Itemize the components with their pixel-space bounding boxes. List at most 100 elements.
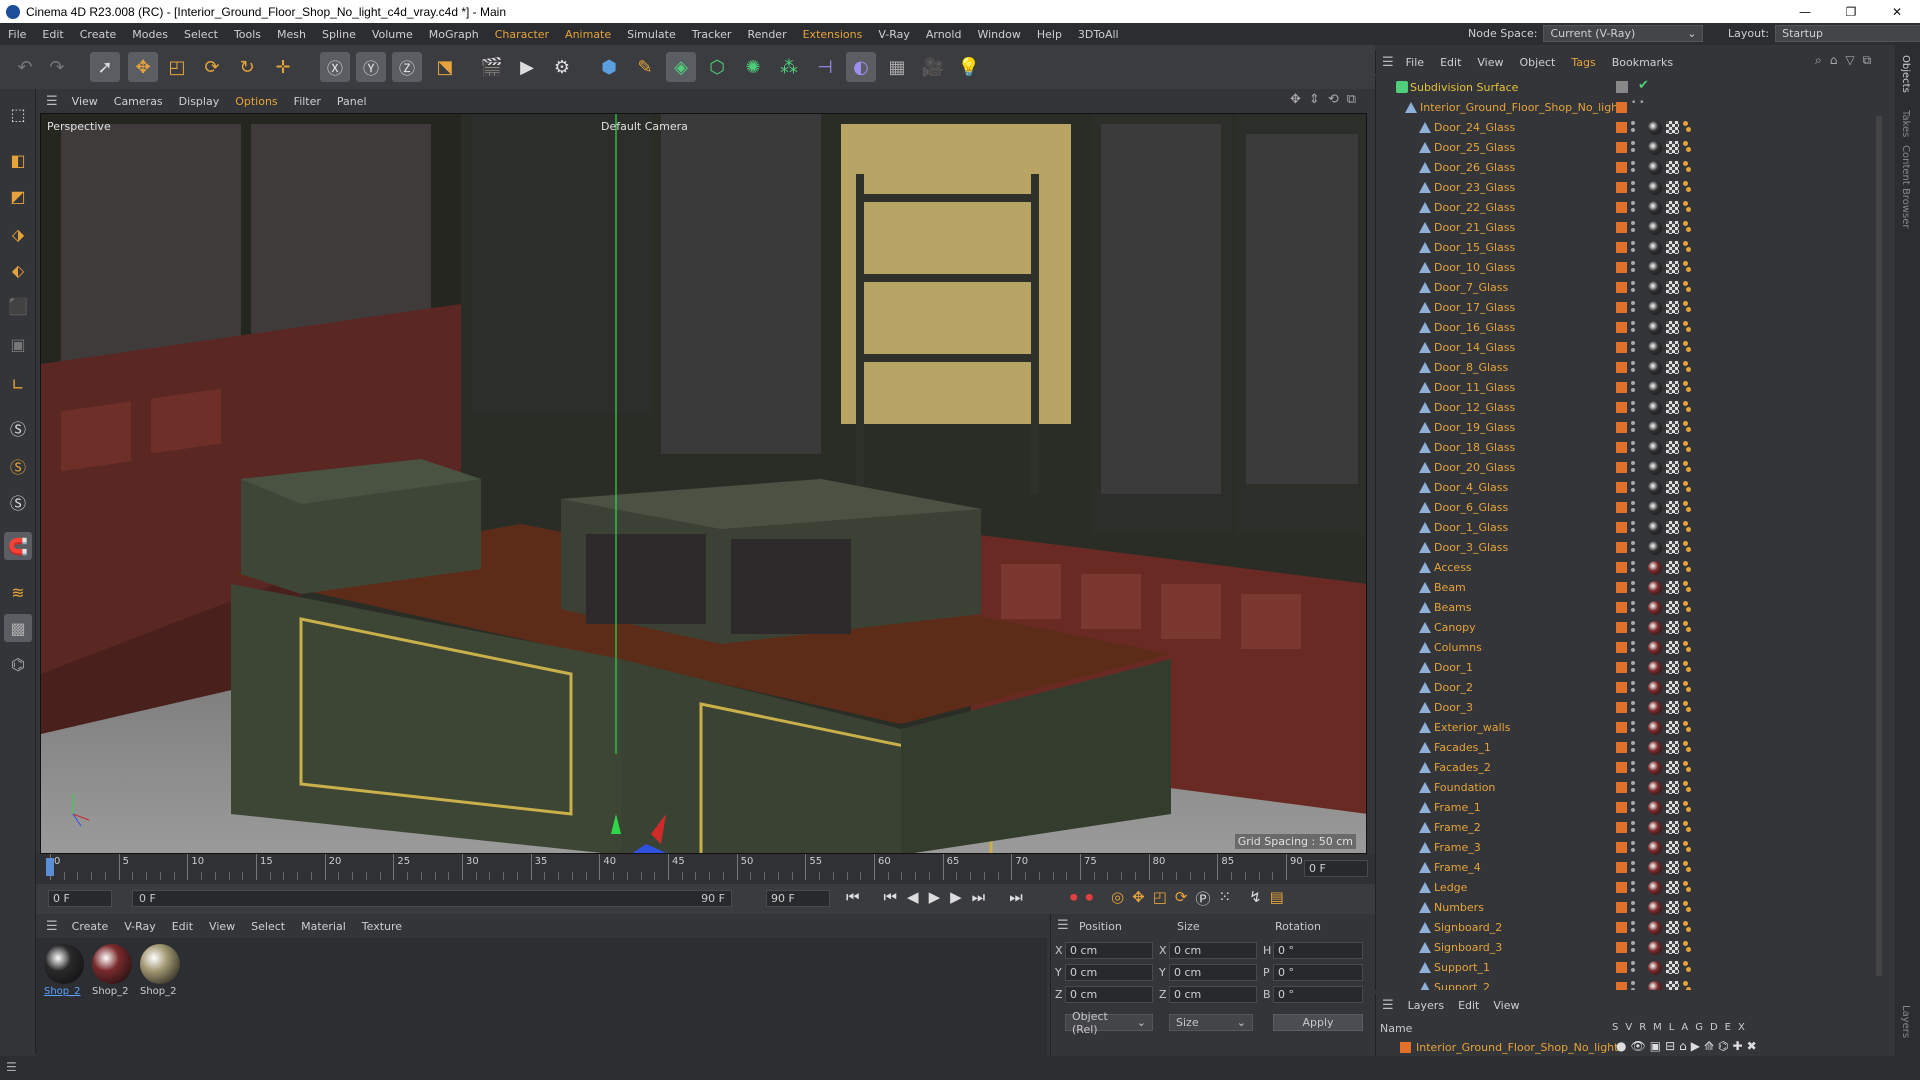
visibility-dots-icon[interactable]: • • xyxy=(1631,99,1644,108)
objects-tab[interactable]: Objects xyxy=(1900,55,1911,93)
size-mode-dropdown[interactable]: Size ⌄ xyxy=(1169,1014,1253,1031)
menu-simulate[interactable]: Simulate xyxy=(619,28,684,41)
object-name[interactable]: Door_16_Glass xyxy=(1434,321,1515,334)
axis-mode-icon[interactable]: ∟ xyxy=(4,370,32,398)
deformer-icon[interactable]: ⊣ xyxy=(810,52,840,82)
keyframe-selection-icon[interactable]: ◎ xyxy=(1111,888,1124,909)
uvw-tag-icon[interactable] xyxy=(1683,561,1688,566)
material-tag-icon[interactable] xyxy=(1648,241,1662,255)
visibility-dots-icon[interactable] xyxy=(1631,121,1635,125)
redo-icon[interactable]: ↷ xyxy=(42,52,72,82)
light-icon[interactable]: 💡 xyxy=(954,52,984,82)
object-name[interactable]: Support_2 xyxy=(1434,981,1490,990)
uvw-tag-icon[interactable] xyxy=(1683,301,1688,306)
object-row[interactable]: Door_3_Glass xyxy=(1376,538,1883,558)
object-name[interactable]: Door_7_Glass xyxy=(1434,281,1508,294)
key-position-icon[interactable]: ✥ xyxy=(1132,888,1145,909)
material-tag-icon[interactable] xyxy=(1648,401,1662,415)
go-to-end-icon[interactable]: ⏭ xyxy=(1009,888,1023,906)
texture-tag-icon[interactable] xyxy=(1666,961,1679,974)
layer-menu-layers[interactable]: Layers xyxy=(1408,999,1444,1012)
object-name[interactable]: Support_1 xyxy=(1434,961,1490,974)
layer-color-swatch[interactable] xyxy=(1616,782,1627,793)
menu-character[interactable]: Character xyxy=(487,28,557,41)
subdivision-surface-icon[interactable]: ◈ xyxy=(666,52,696,82)
object-name[interactable]: Facades_2 xyxy=(1434,761,1491,774)
hamburger-icon[interactable]: ☰ xyxy=(1057,918,1069,933)
menu-extensions[interactable]: Extensions xyxy=(795,28,871,41)
select-cursor-icon[interactable]: ➚ xyxy=(90,52,120,82)
object-row[interactable]: Support_1 xyxy=(1376,958,1883,978)
current-frame-field[interactable] xyxy=(1304,860,1368,877)
object-row[interactable]: Interior_Ground_Floor_Shop_No_light • • xyxy=(1376,98,1883,118)
material-tag-icon[interactable] xyxy=(1648,741,1662,755)
object-name[interactable]: Door_26_Glass xyxy=(1434,161,1515,174)
texture-tag-icon[interactable] xyxy=(1666,941,1679,954)
viewport-menu-filter[interactable]: Filter xyxy=(286,95,329,108)
object-name[interactable]: Door_10_Glass xyxy=(1434,261,1515,274)
visibility-dots-icon[interactable] xyxy=(1631,861,1635,865)
material-tag-icon[interactable] xyxy=(1648,521,1662,535)
menu-mesh[interactable]: Mesh xyxy=(269,28,314,41)
texture-tag-icon[interactable] xyxy=(1666,561,1679,574)
rotate-icon[interactable]: ⟳ xyxy=(197,52,227,82)
visibility-dots-icon[interactable] xyxy=(1631,301,1635,305)
takes-tab[interactable]: Takes xyxy=(1900,110,1911,137)
material-tag-icon[interactable] xyxy=(1648,801,1662,815)
object-name[interactable]: Door_11_Glass xyxy=(1434,381,1515,394)
size-field[interactable] xyxy=(1169,964,1257,981)
cube-icon[interactable]: ⬢ xyxy=(594,52,624,82)
object-row[interactable]: Foundation xyxy=(1376,778,1883,798)
material-menu-edit[interactable]: Edit xyxy=(164,920,201,933)
menu-window[interactable]: Window xyxy=(969,28,1028,41)
object-row[interactable]: Door_17_Glass xyxy=(1376,298,1883,318)
uvw-tag-icon[interactable] xyxy=(1683,141,1688,146)
uvw-tag-icon[interactable] xyxy=(1683,661,1688,666)
object-row[interactable]: Exterior_walls xyxy=(1376,718,1883,738)
uvw-tag-icon[interactable] xyxy=(1683,921,1688,926)
layer-color-swatch[interactable] xyxy=(1616,542,1627,553)
texture-tag-icon[interactable] xyxy=(1666,541,1679,554)
uvw-tag-icon[interactable] xyxy=(1683,881,1688,886)
array-icon[interactable]: ⁂ xyxy=(774,52,804,82)
content-browser-tab[interactable]: Content Browser xyxy=(1900,145,1911,228)
material-menu-select[interactable]: Select xyxy=(243,920,293,933)
hamburger-icon[interactable]: ☰ xyxy=(6,1060,17,1074)
object-name[interactable]: Door_14_Glass xyxy=(1434,341,1515,354)
layer-color-swatch[interactable] xyxy=(1616,902,1627,913)
texture-tag-icon[interactable] xyxy=(1666,641,1679,654)
object-row[interactable]: Canopy xyxy=(1376,618,1883,638)
rotation-field[interactable] xyxy=(1273,964,1363,981)
object-name[interactable]: Frame_1 xyxy=(1434,801,1481,814)
camera-icon[interactable]: 🎥 xyxy=(918,52,948,82)
material-tag-icon[interactable] xyxy=(1648,421,1662,435)
close-button[interactable]: ✕ xyxy=(1874,0,1920,23)
material-tag-icon[interactable] xyxy=(1648,601,1662,615)
visibility-dots-icon[interactable] xyxy=(1631,881,1635,885)
uvw-tag-icon[interactable] xyxy=(1683,601,1688,606)
uvw-tag-icon[interactable] xyxy=(1683,321,1688,326)
material-tag-icon[interactable] xyxy=(1648,841,1662,855)
object-row[interactable]: Door_8_Glass xyxy=(1376,358,1883,378)
uvw-tag-icon[interactable] xyxy=(1683,401,1688,406)
pen-spline-icon[interactable]: ✎ xyxy=(630,52,660,82)
frame-range-slider[interactable]: 0 F 90 F xyxy=(132,890,732,907)
object-row[interactable]: Door_2 xyxy=(1376,678,1883,698)
viewport-menu-options[interactable]: Options xyxy=(227,95,285,108)
layer-color-swatch[interactable] xyxy=(1616,402,1627,413)
viewport-menu-panel[interactable]: Panel xyxy=(329,95,375,108)
texture-tag-icon[interactable] xyxy=(1666,921,1679,934)
layer-color-swatch[interactable] xyxy=(1616,202,1627,213)
texture-tag-icon[interactable] xyxy=(1666,981,1679,990)
object-row[interactable]: Access xyxy=(1376,558,1883,578)
menu-arnold[interactable]: Arnold xyxy=(918,28,970,41)
render-picture-viewer-icon[interactable]: ▶ xyxy=(512,52,542,82)
material-swatch[interactable]: Shop_2 xyxy=(42,942,86,1000)
menu-select[interactable]: Select xyxy=(176,28,226,41)
xref-icon[interactable]: ✖ xyxy=(1747,1039,1757,1053)
material-tag-icon[interactable] xyxy=(1648,861,1662,875)
object-row[interactable]: Door_11_Glass xyxy=(1376,378,1883,398)
material-menu-view[interactable]: View xyxy=(201,920,243,933)
texture-tag-icon[interactable] xyxy=(1666,481,1679,494)
lock-icon[interactable]: ⌂ xyxy=(1679,1039,1687,1053)
